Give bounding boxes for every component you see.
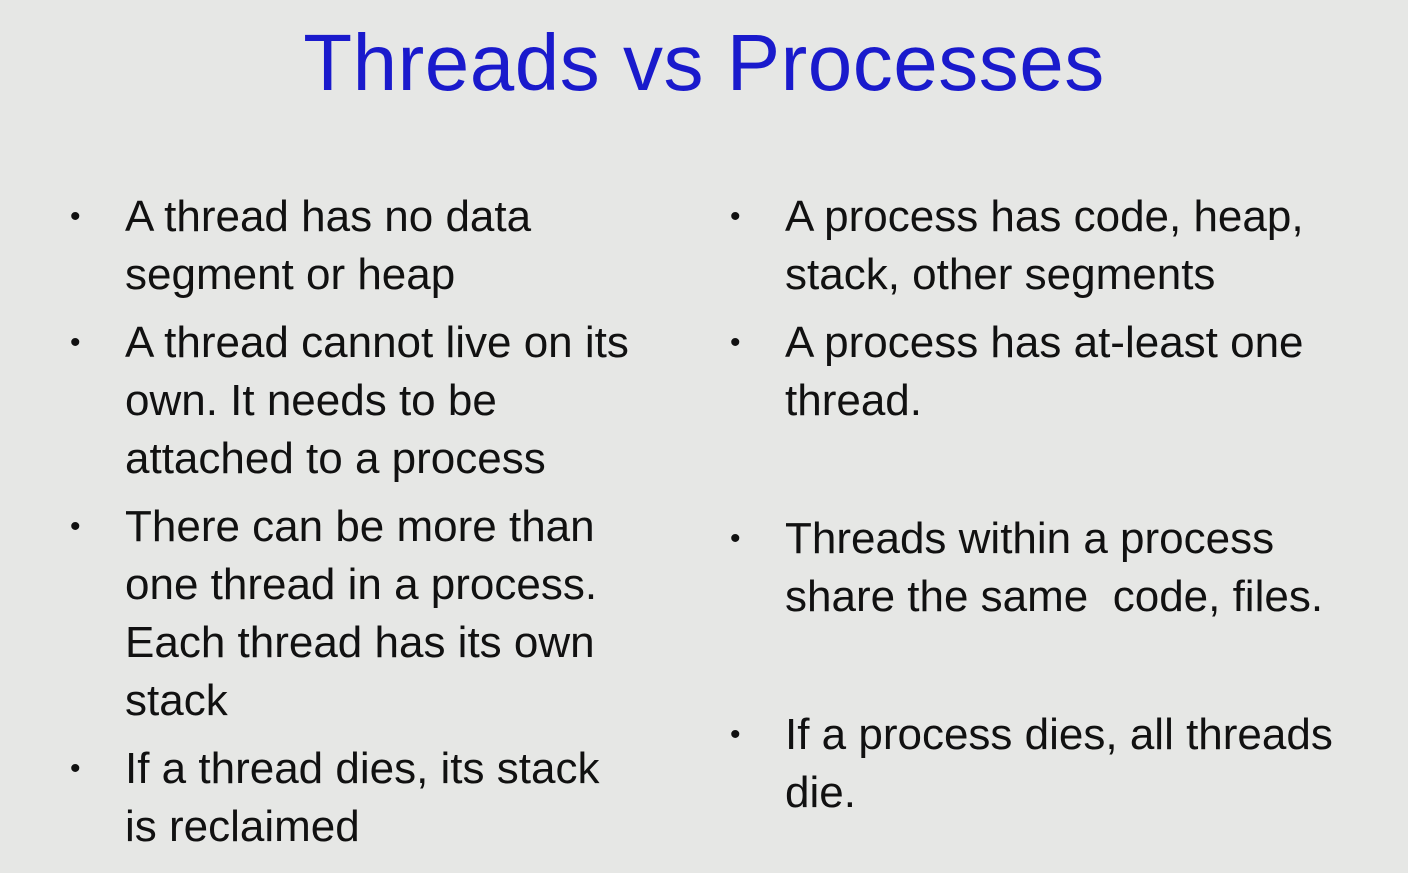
bullet-dot-icon: • [70,510,81,543]
slide-title: Threads vs Processes [303,18,1105,107]
bullet-dot-icon: • [730,718,741,751]
bullet-text: If a process dies, all threads die. [785,710,1333,817]
bullet-text: A thread has no data segment or heap [125,192,532,299]
bullet-text: A process has at-least one thread. [785,318,1304,425]
bullet-text: If a thread dies, its stack is reclaimed [125,744,600,851]
bullet-dot-icon: • [730,200,741,233]
bullet-text: There can be more than one thread in a p… [125,502,598,725]
slide: Threads vs Processes • A thread has no d… [0,0,1408,873]
bullet-text: A thread cannot live on its own. It need… [125,318,629,483]
bullet-dot-icon: • [70,752,81,785]
bullet-text: A process has code, heap, stack, other s… [785,192,1304,299]
bullet-dot-icon: • [70,326,81,359]
bullet-dot-icon: • [70,200,81,233]
bullet-dot-icon: • [730,522,741,555]
bullet-text: Threads within a process share the same … [785,514,1324,621]
bullet-dot-icon: • [730,326,741,359]
